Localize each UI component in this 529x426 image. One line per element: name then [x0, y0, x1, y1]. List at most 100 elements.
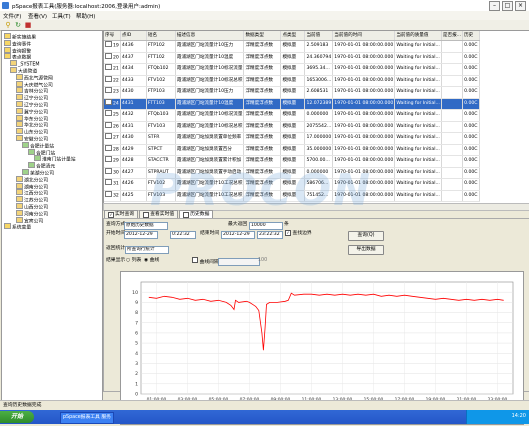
tree-node[interactable]: 合肥清元 — [28, 162, 55, 170]
tree-node[interactable]: 系统变量 — [4, 223, 31, 231]
minimize-button[interactable]: – — [489, 1, 500, 11]
tree-node[interactable]: 表点数据 — [4, 53, 31, 61]
refresh-icon[interactable]: ↻ — [14, 21, 22, 29]
column-header[interactable]: 当前值 — [304, 31, 334, 41]
menu-view[interactable]: 查看(V) — [28, 12, 47, 20]
maximize-button[interactable]: □ — [502, 1, 513, 11]
point-icon — [105, 110, 112, 116]
table-row[interactable]: 27 4430 STFR 霞浦湖区门站加臭装置单位频率 浮精度浮点数 模拟量 17.0000… — [104, 132, 480, 145]
table-row[interactable]: 32 4425 FTV103 霞浦湖区门站流量计10工况总积 浮精度浮点数 模拟量 7514… — [104, 190, 480, 202]
cell-text: 0.00C — [464, 77, 478, 83]
point-icon — [105, 156, 112, 162]
end-time-label: 结束时间 — [200, 231, 220, 236]
cell-text: 30 — [113, 170, 119, 175]
tree-node[interactable]: 湖北分公司 — [16, 175, 48, 183]
column-header[interactable]: 描述信息 — [175, 31, 245, 41]
menu-help[interactable]: 帮助(H) — [76, 12, 95, 20]
interval-input[interactable] — [218, 258, 260, 266]
tree-node[interactable]: 湖南分公司 — [16, 182, 48, 190]
list-option[interactable]: ○ 列表 — [126, 257, 141, 264]
tree-node[interactable]: 华东分公司 — [16, 114, 48, 122]
point-tree[interactable]: 新实施结果 查询事件 查询报警 表点数据 _SYSTEM 大通管道 西北气源管网 大庆燃气公司… — [1, 30, 103, 402]
tree-node[interactable]: 查询事件 — [4, 39, 31, 47]
start-button[interactable]: 开始 — [0, 411, 34, 423]
tree-node[interactable]: 河南分公司 — [16, 209, 48, 217]
column-header[interactable]: 点ID — [120, 31, 147, 41]
stop-icon[interactable]: ■ — [24, 21, 32, 29]
export-button[interactable]: 导出数据 — [348, 245, 384, 255]
start-time-input[interactable]: 0:22:32 — [170, 231, 196, 239]
table-row[interactable]: 23 4430 FTP103 霞浦湖区门站流量计10压力 浮精度浮点数 模拟量 2.6085… — [104, 86, 480, 99]
table-row[interactable]: 29 4428 STACCTR 霞浦湖区门站加臭装置累计积加 浮精度浮点数 模拟量 5700… — [104, 155, 480, 168]
column-header[interactable]: 短名 — [146, 31, 176, 41]
tree-node[interactable]: 新实施结果 — [4, 33, 36, 41]
tree-node[interactable]: 宜宾公司 — [16, 216, 43, 224]
curve-option[interactable]: ◉ 曲线 — [144, 257, 159, 264]
tree-node[interactable]: 江西分公司 — [16, 189, 48, 197]
table-row[interactable]: 28 4429 STPCT 霞浦湖区门站加臭装置百分 浮精度浮点数 模拟量 35.00000… — [104, 144, 480, 156]
table-row[interactable]: 30 4427 STPRAUT 霞浦湖区门站加臭装置手动启动 浮精度浮点数 模拟量 0.00… — [104, 167, 480, 179]
folder-icon — [16, 94, 23, 101]
table-row[interactable]: 20 4437 FTT102 霞浦湖区门站流量计10温度 浮精度浮点数 模拟量 24.360… — [104, 52, 480, 64]
table-row[interactable]: 22 4433 FTV102 霞浦湖区门站流量计10标况总积 浮精度浮点数 模拟量 1653… — [104, 75, 480, 87]
table-row[interactable]: 26 4431 FTV103 霞浦湖区门站流量计10标况总积 浮精度浮点数 模拟量 2075… — [104, 121, 480, 133]
menu-tools[interactable]: 工具(T) — [52, 12, 71, 20]
tree-node[interactable]: 合肥计量站 — [22, 141, 54, 149]
table-row[interactable]: 19 4436 FTP102 霞浦湖区门站流量计10压力 浮精度浮点数 模拟量 2.5091… — [104, 40, 480, 53]
points-table[interactable]: 序号 点ID 短名 描述信息 数据类型 点类型 当前值 当前值的时间 当前值的质量值 是否报...… — [103, 30, 529, 205]
folder-icon — [4, 33, 11, 39]
tree-node[interactable]: 合肥门站 — [28, 148, 55, 156]
tree-node[interactable]: 大庆燃气公司 — [16, 80, 53, 88]
table-cell: Waiting for Initial... — [394, 132, 442, 145]
tree-node[interactable]: 山西分公司 — [16, 203, 48, 211]
table-cell: 模拟量 — [280, 86, 306, 99]
table-row[interactable]: 24 4431 FTT103 霞浦湖区门站流量计10温度 浮精度浮点数 模拟量 12.072… — [104, 98, 480, 110]
tree-node[interactable]: 冀宁分公司 — [16, 107, 48, 115]
max-rows-input[interactable]: 10000 — [249, 222, 283, 230]
table-row[interactable]: 21 4434 FTQb102 霞浦湖区门站流量计10标况流量 浮精度浮点数 模拟量 369… — [104, 63, 480, 76]
tree-node[interactable]: 华北分公司 — [16, 121, 48, 129]
tree-node[interactable]: 芜湖分公司 — [22, 169, 54, 177]
tree-node[interactable]: 安徽分公司 — [16, 135, 48, 143]
tree-node[interactable]: 江苏分公司 — [16, 196, 48, 204]
boundary-checkbox[interactable]: ✓ — [285, 230, 291, 236]
interval-option[interactable]: 曲线间隔 — [192, 257, 219, 266]
table-cell: 0.000000 — [304, 109, 334, 122]
column-header[interactable]: 是否报... — [441, 31, 464, 41]
taskbar-app-item[interactable]: pSpace报表工具 服务 — [60, 412, 114, 424]
tree-node[interactable]: 山东分公司 — [16, 128, 48, 136]
query-mode-select[interactable]: 原始历史数据 — [124, 222, 168, 230]
column-header[interactable]: 序号 — [104, 31, 121, 41]
tree-node[interactable]: 辽宁分公司 — [16, 94, 48, 102]
column-header[interactable]: 数据类型 — [243, 31, 282, 41]
tree-node[interactable]: 西北气源管网 — [16, 73, 53, 81]
interval-checkbox[interactable] — [192, 257, 198, 263]
table-cell: FTT102 — [146, 52, 176, 64]
table-cell: 浮精度浮点数 — [243, 167, 282, 179]
table-row[interactable]: 25 4432 FTQb103 霞浦湖区门站流量计10标况流量 浮精度浮点数 模拟量 0.0… — [104, 109, 480, 122]
column-header[interactable]: 点类型 — [280, 31, 306, 41]
end-date-input[interactable]: 2012-12-29 — [221, 231, 255, 239]
column-header[interactable]: 历史 — [462, 31, 480, 41]
close-button[interactable]: × — [515, 1, 526, 11]
cell-text: 模拟量 — [282, 123, 297, 129]
tree-node[interactable]: _SYSTEM — [10, 60, 40, 68]
table-cell: 模拟量 — [280, 167, 306, 179]
column-header[interactable]: 当前值的质量值 — [394, 31, 442, 41]
return-stats-select[interactable]: 所查询行统计 — [125, 246, 169, 254]
boundary-option[interactable]: ✓ 查找边界 — [285, 230, 312, 237]
connect-icon[interactable]: ⚲ — [4, 21, 12, 29]
tree-node[interactable]: 查询报警 — [4, 46, 31, 54]
query-button[interactable]: 查询(Q) — [348, 231, 384, 241]
table-row[interactable]: 31 4426 FTV102 霞浦湖区门站流量计10工况总积 浮精度浮点数 模拟量 5867… — [104, 178, 480, 191]
menu-file[interactable]: 文件(F) — [3, 12, 21, 20]
start-date-input[interactable]: 2012-12-29 — [124, 231, 158, 239]
end-time-input[interactable]: 23:22:32 — [257, 231, 283, 239]
tree-node[interactable]: 辽宁分公司 — [16, 101, 48, 109]
column-header[interactable]: 当前值的时间 — [332, 31, 396, 41]
table-cell — [441, 52, 464, 64]
tree-node[interactable]: 大通管道 — [10, 67, 37, 75]
tree-node[interactable]: 吉林分公司 — [16, 87, 48, 95]
cell-text: 霞浦湖区门站加臭装置百分 — [176, 146, 232, 152]
tree-node[interactable]: 淮南门站计量站 — [34, 155, 76, 163]
